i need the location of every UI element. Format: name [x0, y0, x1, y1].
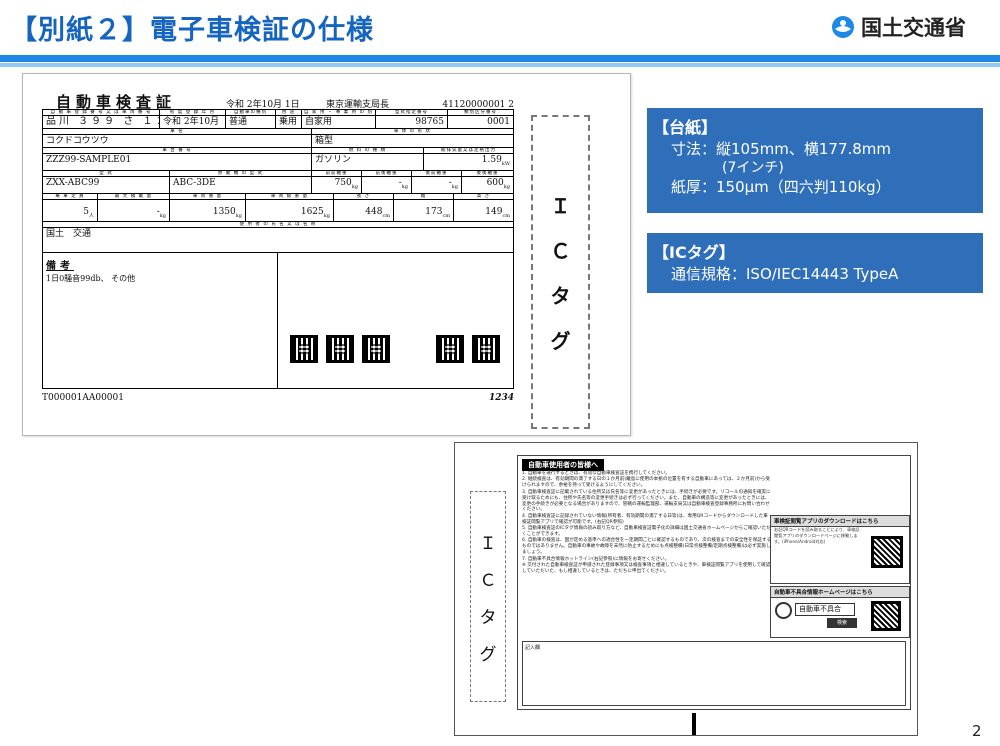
info-board-size-note: (7インチ): [722, 160, 784, 176]
remarks-text: 1日0騒音99db、 その他: [46, 274, 136, 284]
info-tag-standard: 通信規格：ISO/IEC14443 TypeA: [671, 265, 899, 283]
org-name: 国土交通省: [861, 16, 966, 40]
app-download-text: 右記QRコードを読み取ることにより、車検証閲覧アプリのダウンロードページに移動し…: [774, 527, 860, 544]
cert-number: 41120000001 2: [442, 100, 514, 110]
cell-rr-axle: 後後軸重 600kg: [462, 170, 514, 194]
qr-area: [278, 253, 514, 390]
mlit-logo-icon: [832, 16, 854, 38]
defect-info-box: 自動車不具合情報ホームページはこちら 自動車不具合 検索: [770, 586, 910, 638]
qr-code-4: [436, 335, 464, 364]
cell-height: 高 さ 149cm: [454, 193, 514, 223]
cell-fr-axle: 前後軸重 -kg: [362, 170, 412, 194]
back-ic-tag-area: Ｉ Ｃ タ グ: [470, 491, 506, 702]
header-bar: [0, 55, 1000, 62]
cert-title: 自動車検査証: [56, 93, 177, 111]
cell-chassis: 車 台 番 号 ZZZ99-SAMPLE01: [42, 148, 312, 171]
cell-model: 型 式 ZXX-ABC99: [42, 170, 170, 194]
cell-use: 用 途 乗用: [276, 110, 302, 129]
certificate-front: 自動車検査証 令和 2年10月 1日 東京運輸支局長 41120000001 2…: [22, 73, 631, 436]
cell-private-business: 自 家 用 ・ 事 業 用 の 別 自家用: [302, 110, 376, 129]
cell-ff-axle: 前前軸重 750kg: [312, 170, 362, 194]
ic-tag-area: Ｉ Ｃ タ グ: [531, 115, 590, 429]
certificate-form: 自動車検査証 令和 2年10月 1日 東京運輸支局長 41120000001 2…: [42, 91, 514, 403]
cell-rf-axle: 後前軸重 -kg: [412, 170, 462, 194]
cert-row-maker: 車 名 コクドコウツウ 車 体 の 形 状 箱型: [42, 129, 514, 148]
defect-search-input: 自動車不具合: [795, 603, 855, 616]
cert-footer-number: 1234: [488, 393, 514, 404]
defect-info-title: 自動車不具合情報ホームページはこちら: [771, 587, 909, 598]
page-number: 2: [972, 722, 982, 740]
cell-displacement: 総排気量又は定格出力 1.59kW: [424, 148, 514, 171]
qr-code-3: [362, 335, 390, 364]
header-bar-light: [0, 63, 1000, 67]
app-download-box: 車検証閲覧アプリのダウンロードはこちら 右記QRコードを読み取ることにより、車検…: [770, 515, 910, 584]
cert-row-capacity: 乗 車 定 員 5人 最 大 積 載 量 -kg 車 両 重 量 1350kg …: [42, 193, 514, 223]
cell-vehicle-weight: 車 両 重 量 1350kg: [170, 193, 246, 223]
memo-box: 記入欄: [522, 641, 906, 706]
cell-maker: 車 名 コクドコウツウ: [42, 129, 312, 148]
qr-code-1: [290, 335, 318, 364]
cell-user-name: 使 用 者 の 氏 名 又 は 名 称 国土 交通: [42, 222, 514, 254]
cert-serial: T000001AA00001: [42, 393, 124, 404]
back-head: 自動車使用者の皆様へ: [522, 459, 604, 471]
qr-code-5: [472, 335, 500, 364]
mlit-logo: 国土交通省: [831, 12, 966, 42]
cert-office: 東京運輸支局長: [326, 100, 390, 110]
remarks-title: 備考: [46, 261, 74, 273]
cell-length: 長 さ 448cm: [334, 193, 394, 223]
cert-row-user: 使 用 者 の 氏 名 又 は 名 称 国土 交通: [42, 222, 514, 254]
cert-row-chassis: 車 台 番 号 ZZZ99-SAMPLE01 燃 料 の 種 類 ガソリン 総排…: [42, 148, 514, 171]
cell-first-reg: 初 度 登 録 年 月 令和 2年10月: [160, 110, 226, 129]
cell-class-number: 類別区分番号 0001: [448, 110, 514, 129]
cert-row-registration: 自 動 車 登 録 番 号 又 は 車 両 番 号 品川 ３９９ さ １２３４ …: [42, 110, 514, 129]
cell-vehicle-kind: 自動車の種別 普通: [226, 110, 276, 129]
qr-code-2: [326, 335, 354, 364]
info-tag-title: 【ICタグ】: [653, 243, 735, 262]
cert-issue-date: 令和 2年10月 1日: [226, 100, 300, 110]
back-notice-panel: 自動車使用者の皆様へ 1. 自動車を運行するときは、有効な自動車検査証を携行して…: [517, 455, 911, 710]
info-board-title: 【台紙】: [653, 118, 718, 137]
cert-footer: T000001AA00001 1234: [42, 393, 514, 403]
app-qr-code: [871, 536, 903, 568]
certificate-back: Ｉ Ｃ タ グ 自動車使用者の皆様へ 1. 自動車を運行するときは、有効な自動車…: [454, 442, 918, 736]
cell-width: 幅 173cm: [394, 193, 454, 223]
info-board-size: 寸法：縦105mm、横177.8mm: [671, 140, 892, 158]
cell-body-shape: 車 体 の 形 状 箱型: [312, 129, 514, 148]
info-board-spec: 【台紙】 寸法：縦105mm、横177.8mm (7インチ) 紙厚：150μm（…: [647, 108, 983, 213]
slide-title: 【別紙２】電子車検証の仕様: [10, 15, 374, 46]
back-notes: 1. 自動車を運行するときは、有効な自動車検査証を携行してください。 2. 継続…: [522, 471, 772, 574]
info-ic-tag-spec: 【ICタグ】 通信規格：ISO/IEC14443 TypeA: [647, 233, 983, 293]
cert-grid: 自 動 車 登 録 番 号 又 は 車 両 番 号 品川 ３９９ さ １２３４ …: [42, 109, 514, 390]
cell-max-load: 最 大 積 載 量 -kg: [98, 193, 170, 223]
defect-search-button: 検索: [827, 618, 857, 628]
cell-engine-model: 原 動 機 の 型 式 ABC-3DE: [170, 170, 312, 194]
cell-type-number: 型式指定番号 98765: [376, 110, 448, 129]
cell-reg-number: 自 動 車 登 録 番 号 又 は 車 両 番 号 品川 ３９９ さ １２３４: [42, 110, 160, 129]
cell-gross-weight: 車 両 総 重 量 1625kg: [246, 193, 334, 223]
memo-label: 記入欄: [525, 645, 541, 651]
cert-row-model: 型 式 ZXX-ABC99 原 動 機 の 型 式 ABC-3DE 前前軸重 7…: [42, 170, 514, 194]
hotline-icon: [775, 602, 792, 619]
defect-qr-code: [871, 601, 901, 631]
cert-remarks: 備考 1日0騒音99db、 その他: [42, 253, 514, 390]
app-download-title: 車検証閲覧アプリのダウンロードはこちら: [771, 516, 909, 527]
remarks-box: 備考 1日0騒音99db、 その他: [42, 253, 278, 390]
cert-header: 自動車検査証 令和 2年10月 1日 東京運輸支局長 41120000001 2: [42, 91, 514, 111]
info-board-thickness: 紙厚：150μm（四六判110kg）: [671, 178, 891, 196]
cell-seating: 乗 車 定 員 5人: [42, 193, 98, 223]
cut-mark: [692, 713, 696, 735]
cell-fuel: 燃 料 の 種 類 ガソリン: [312, 148, 424, 171]
